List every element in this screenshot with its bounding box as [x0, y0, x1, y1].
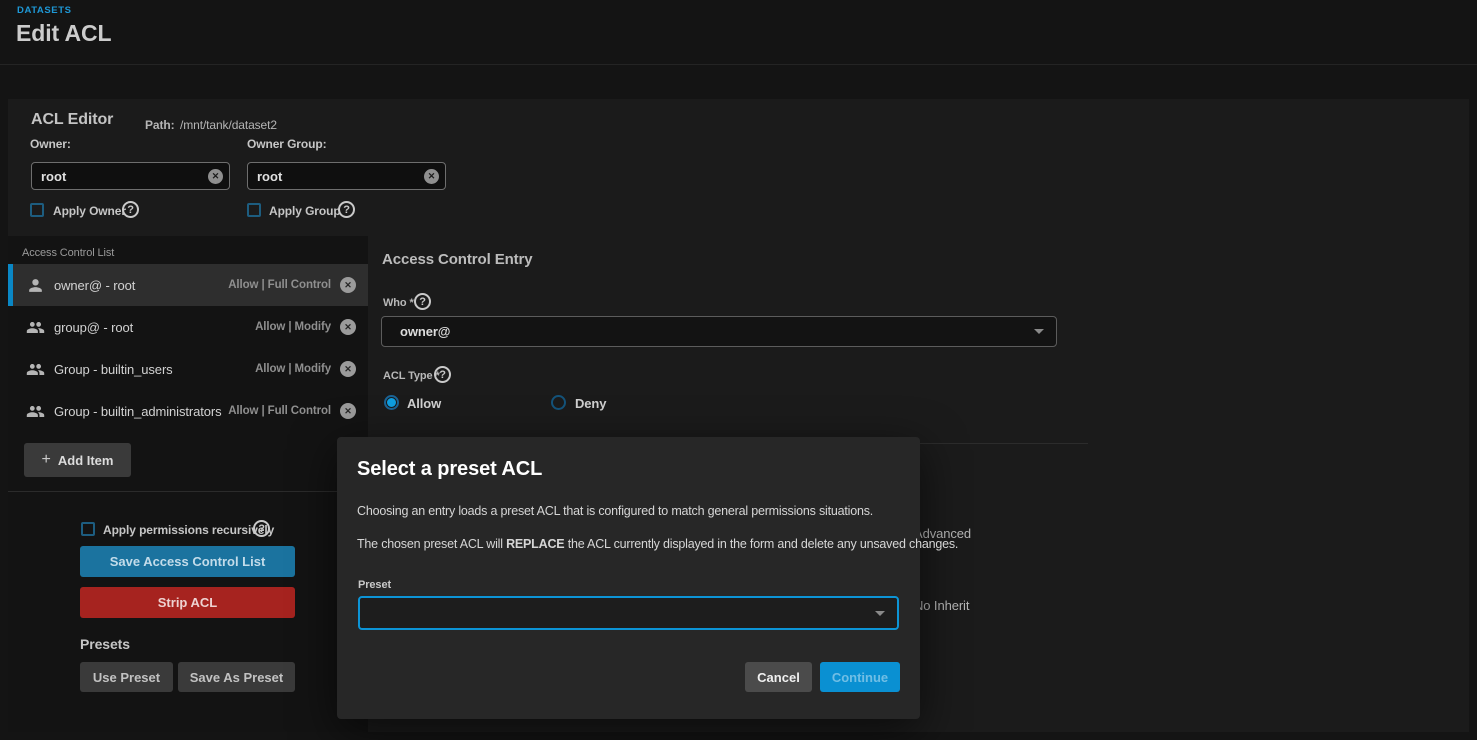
acl-row-who: Group - builtin_administrators [54, 404, 228, 419]
recursive-help-icon[interactable] [253, 520, 270, 537]
acl-row-builtin-administrators[interactable]: Group - builtin_administrators Allow | F… [8, 390, 368, 432]
who-select-value: owner@ [400, 324, 1034, 339]
owner-input[interactable] [31, 162, 230, 190]
who-help-icon[interactable] [414, 293, 431, 310]
owner-clear-icon[interactable] [208, 169, 223, 184]
plus-icon [42, 451, 51, 469]
page-title: Edit ACL [16, 20, 111, 47]
acl-row-who: group@ - root [54, 320, 255, 335]
chevron-down-icon [875, 611, 885, 616]
acl-row-perm: Allow | Modify [255, 321, 331, 333]
owner-group-label: Owner Group: [247, 137, 326, 151]
apply-group-checkbox[interactable] [247, 203, 261, 217]
breadcrumb[interactable]: DATASETS [17, 5, 72, 16]
apply-owner-label: Apply Owner [53, 204, 126, 218]
dialog-title: Select a preset ACL [357, 458, 542, 481]
apply-group-help-icon[interactable] [338, 201, 355, 218]
owner-group-input[interactable] [247, 162, 446, 190]
header-divider [0, 64, 1477, 65]
save-as-preset-button[interactable]: Save As Preset [178, 662, 295, 692]
group-icon [26, 318, 45, 337]
remove-entry-icon[interactable] [340, 403, 356, 419]
strip-acl-button[interactable]: Strip ACL [80, 587, 295, 618]
acl-type-label: ACL Type * [383, 370, 440, 382]
acl-row-perm: Allow | Modify [255, 363, 331, 375]
panel-divider [8, 491, 368, 492]
add-item-label: Add Item [58, 453, 114, 468]
edit-acl-page: DATASETS Edit ACL ACL Editor Path: /mnt/… [0, 0, 1477, 740]
acl-row-who: Group - builtin_users [54, 362, 255, 377]
select-preset-acl-dialog: Select a preset ACL Choosing an entry lo… [337, 437, 920, 719]
ace-title: Access Control Entry [382, 251, 533, 268]
dialog-body-line2-suffix: the ACL currently displayed in the form … [564, 537, 958, 551]
continue-button[interactable]: Continue [820, 662, 900, 692]
person-icon [26, 276, 45, 295]
allow-radio-label: Allow [407, 396, 441, 411]
deny-radio[interactable] [551, 395, 566, 410]
chevron-down-icon [1034, 329, 1044, 334]
dialog-body-line2-bold: REPLACE [506, 537, 564, 551]
use-preset-button[interactable]: Use Preset [80, 662, 173, 692]
owner-label: Owner: [30, 137, 71, 151]
apply-owner-checkbox[interactable] [30, 203, 44, 217]
apply-group-label: Apply Group [269, 204, 341, 218]
who-select[interactable]: owner@ [381, 316, 1057, 347]
acl-row-who: owner@ - root [54, 278, 228, 293]
apply-owner-help-icon[interactable] [122, 201, 139, 218]
dialog-body-line1: Choosing an entry loads a preset ACL tha… [357, 504, 873, 518]
recursive-checkbox[interactable] [81, 522, 95, 536]
acl-row-perm: Allow | Full Control [228, 279, 331, 291]
acl-row-perm: Allow | Full Control [228, 405, 331, 417]
owner-group-clear-icon[interactable] [424, 169, 439, 184]
deny-radio-label: Deny [575, 396, 606, 411]
recursive-label: Apply permissions recursively [103, 523, 274, 537]
acl-row-builtin-users[interactable]: Group - builtin_users Allow | Modify [8, 348, 368, 390]
who-label: Who * [383, 297, 414, 309]
flags-no-inherit-label: No Inherit [914, 598, 969, 613]
remove-entry-icon[interactable] [340, 361, 356, 377]
allow-radio[interactable] [384, 395, 399, 410]
acl-editor-title: ACL Editor [31, 111, 113, 129]
acl-list-panel: Access Control List owner@ - root Allow … [8, 236, 368, 732]
group-icon [26, 402, 45, 421]
path-label: Path: [145, 118, 175, 132]
preset-select[interactable] [358, 596, 899, 630]
remove-entry-icon[interactable] [340, 277, 356, 293]
group-icon [26, 360, 45, 379]
remove-entry-icon[interactable] [340, 319, 356, 335]
dialog-body-line2-prefix: The chosen preset ACL will [357, 537, 506, 551]
dialog-body-line2: The chosen preset ACL will REPLACE the A… [357, 537, 958, 551]
acl-type-help-icon[interactable] [434, 366, 451, 383]
save-acl-button[interactable]: Save Access Control List [80, 546, 295, 577]
presets-title: Presets [80, 636, 130, 652]
acl-list-title: Access Control List [22, 247, 114, 259]
cancel-button[interactable]: Cancel [745, 662, 812, 692]
add-item-button[interactable]: Add Item [24, 443, 131, 477]
acl-row-owner[interactable]: owner@ - root Allow | Full Control [8, 264, 368, 306]
path-value: /mnt/tank/dataset2 [180, 118, 277, 132]
preset-field-label: Preset [358, 579, 391, 591]
acl-row-group[interactable]: group@ - root Allow | Modify [8, 306, 368, 348]
